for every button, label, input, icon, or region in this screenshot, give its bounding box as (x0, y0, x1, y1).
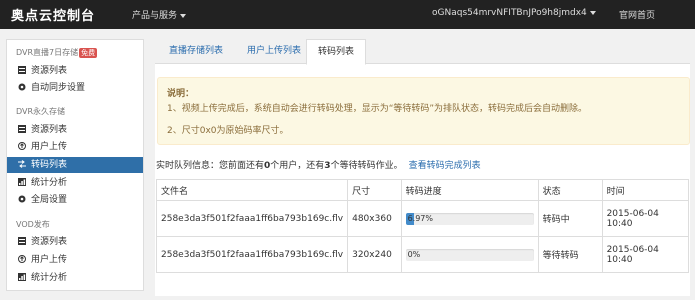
table-row: 258e3da3f501f2faaa1ff6ba793b169c.flv 320… (155, 236, 690, 273)
user-name: oGNaqs54mrvNFITBnJPo9h8jmdx4 (432, 8, 587, 18)
stats-icon (18, 273, 26, 281)
user-menu[interactable]: oGNaqs54mrvNFITBnJPo9h8jmdx4 (432, 8, 596, 18)
sidebar-item-label: 资源列表 (31, 237, 68, 247)
cell-time: 2015-06-04 10:40 (601, 200, 690, 237)
sidebar-section-title: VOD发布 (16, 220, 50, 229)
cell-progress: 6.97% (400, 200, 539, 237)
col-header-filename: 文件名 (155, 179, 349, 201)
transcode-icon (18, 160, 26, 168)
cell-status: 转码中 (537, 200, 603, 237)
tab-user-upload-list[interactable]: 用户上传列表 (235, 39, 313, 64)
col-header-size: 尺寸 (347, 179, 402, 201)
sidebar: DVR直播7日存储 免费 资源列表 自动同步设置 DVR永久存储 资源列表 用户上… (6, 39, 144, 291)
brand-logo[interactable]: 奥点云控制台 (11, 5, 95, 24)
progress-text: 6.97% (407, 213, 433, 223)
sidebar-item-vod-stats[interactable]: 统计分析 (7, 270, 143, 286)
transcode-table: 文件名 尺寸 转码进度 状态 时间 258e3da3f501f2faaa1ff6… (155, 179, 690, 273)
view-completed-list-link[interactable]: 查看转码完成列表 (409, 161, 481, 171)
queue-prefix: 实时队列信息：您前面还有 (156, 161, 265, 171)
section-title-text: DVR直播7日存储 (16, 48, 79, 57)
sidebar-item-label: 统计分析 (31, 273, 68, 283)
notice-line-2: 2、尺寸0x0为原始码率尺寸。 (167, 126, 289, 136)
cell-filename: 258e3da3f501f2faaa1ff6ba793b169c.flv (155, 236, 349, 273)
list-icon (18, 66, 26, 74)
table-header-row: 文件名 尺寸 转码进度 状态 时间 (155, 179, 690, 201)
products-menu-label: 产品与服务 (132, 11, 178, 21)
sidebar-item-dvr-resource-list[interactable]: 资源列表 (7, 122, 143, 138)
sidebar-item-label: 用户上传 (31, 142, 68, 152)
progress-text: 0% (407, 249, 421, 259)
sidebar-item-label: 全局设置 (31, 195, 68, 205)
gear-icon (18, 195, 26, 203)
upload-icon (18, 142, 26, 150)
sidebar-item-label: 统计分析 (31, 178, 68, 188)
upload-icon (18, 255, 26, 263)
cell-status: 等待转码 (537, 236, 603, 273)
queue-info: 实时队列信息：您前面还有0个用户，还有3个等待转码作业。 查看转码完成列表 (156, 158, 481, 171)
top-navbar: 奥点云控制台 产品与服务 oGNaqs54mrvNFITBnJPo9h8jmdx… (0, 0, 695, 29)
gear-icon (18, 83, 26, 91)
home-link[interactable]: 官网首页 (619, 8, 655, 21)
sidebar-item-label: 自动同步设置 (31, 83, 86, 93)
sidebar-item-dvr7-auto-sync[interactable]: 自动同步设置 (7, 80, 143, 96)
chevron-down-icon (589, 10, 596, 15)
cell-size: 320x240 (347, 236, 402, 273)
sidebar-item-dvr-transcode-list[interactable]: 转码列表 (7, 157, 143, 173)
sidebar-item-label: 用户上传 (31, 255, 68, 265)
cell-progress: 0% (400, 236, 539, 273)
cell-filename: 258e3da3f501f2faaa1ff6ba793b169c.flv (155, 200, 349, 237)
col-header-progress: 转码进度 (400, 179, 539, 201)
tab-transcode-list[interactable]: 转码列表 (306, 39, 366, 65)
col-header-time: 时间 (601, 179, 690, 201)
progress-bar: 6.97% (405, 212, 534, 225)
stats-icon (18, 178, 26, 186)
list-icon (18, 125, 26, 133)
free-badge: 免费 (79, 48, 98, 58)
cell-size: 480x360 (347, 200, 402, 237)
sidebar-item-label: 资源列表 (31, 125, 68, 135)
tab-bar: 直播存储列表 用户上传列表 转码列表 (155, 39, 690, 65)
cell-time: 2015-06-04 10:40 (601, 236, 690, 273)
queue-middle: 个用户，还有 (270, 161, 325, 171)
sidebar-item-dvr-stats[interactable]: 统计分析 (7, 175, 143, 191)
table-row: 258e3da3f501f2faaa1ff6ba793b169c.flv 480… (155, 200, 690, 237)
notice-box: 说明： 1、视频上传完成后，系统自动会进行转码处理，显示为“等待转码”为排队状态… (157, 77, 690, 145)
chevron-down-icon (180, 13, 187, 18)
sidebar-item-vod-user-upload[interactable]: 用户上传 (7, 252, 143, 268)
sidebar-item-dvr7-resource-list[interactable]: 资源列表 (7, 63, 143, 79)
tab-live-storage-list[interactable]: 直播存储列表 (159, 39, 233, 64)
products-menu[interactable]: 产品与服务 (132, 8, 187, 21)
sidebar-section-title: DVR直播7日存储 免费 (16, 47, 98, 58)
sidebar-section-title: DVR永久存储 (16, 107, 66, 116)
queue-suffix: 个等待转码作业。 (330, 161, 403, 171)
progress-bar: 0% (405, 248, 534, 261)
sidebar-item-vod-resource-list[interactable]: 资源列表 (7, 234, 143, 250)
sidebar-item-dvr-user-upload[interactable]: 用户上传 (7, 139, 143, 155)
col-header-status: 状态 (537, 179, 603, 201)
notice-line-1: 1、视频上传完成后，系统自动会进行转码处理，显示为“等待转码”为排队状态，转码完… (167, 104, 588, 114)
sidebar-item-label: 资源列表 (31, 66, 68, 76)
list-icon (18, 237, 26, 245)
sidebar-item-dvr-global-settings[interactable]: 全局设置 (7, 192, 143, 208)
notice-title: 说明： (167, 89, 195, 99)
sidebar-item-label: 转码列表 (31, 160, 68, 170)
